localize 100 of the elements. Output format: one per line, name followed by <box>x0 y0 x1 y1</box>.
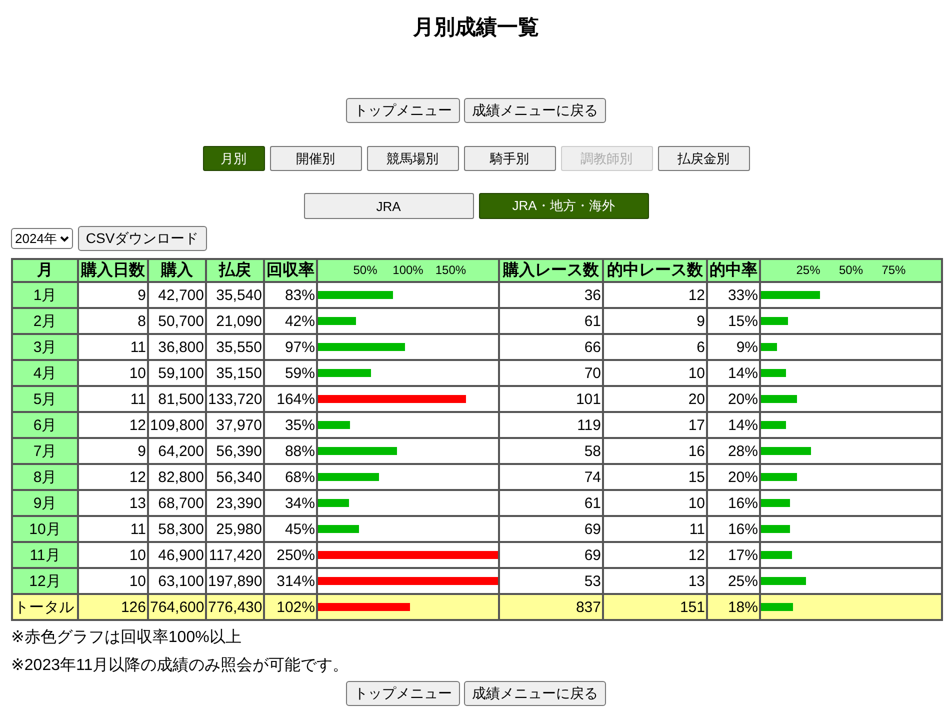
table-cell: 12 <box>78 412 148 438</box>
table-cell: 69 <box>499 542 603 568</box>
table-cell: 133,720 <box>206 386 264 412</box>
month-cell: トータル <box>12 594 78 620</box>
tab[interactable]: 月別 <box>202 146 264 171</box>
month-cell: 11月 <box>12 542 78 568</box>
table-cell: 764,600 <box>148 594 206 620</box>
table-cell: 64,200 <box>148 438 206 464</box>
month-cell: 3月 <box>12 334 78 360</box>
table-cell: 10 <box>78 360 148 386</box>
table-cell: 9 <box>78 438 148 464</box>
table-cell: 35,150 <box>206 360 264 386</box>
table-cell: 23,390 <box>206 490 264 516</box>
tab[interactable]: 払戻金別 <box>658 146 750 171</box>
table-cell: 14% <box>707 360 760 386</box>
table-cell: 81,500 <box>148 386 206 412</box>
table-cell: 10 <box>603 360 707 386</box>
table-cell: 13 <box>603 568 707 594</box>
table-cell: 11 <box>78 386 148 412</box>
table-cell: 56,390 <box>206 438 264 464</box>
table-cell: 12 <box>78 464 148 490</box>
tab[interactable]: JRA <box>304 193 474 219</box>
month-cell: 10月 <box>12 516 78 542</box>
table-cell: 11 <box>603 516 707 542</box>
table-cell: 28% <box>707 438 760 464</box>
table-cell: 126 <box>78 594 148 620</box>
table-cell: 11 <box>78 334 148 360</box>
table-cell: 61 <box>499 490 603 516</box>
table-cell: 83% <box>264 282 317 308</box>
table-cell: 109,800 <box>148 412 206 438</box>
table-cell: 69 <box>499 516 603 542</box>
table-cell: 68,700 <box>148 490 206 516</box>
column-header: 購入 <box>148 259 206 282</box>
table-cell: 61 <box>499 308 603 334</box>
column-header: 月 <box>12 259 78 282</box>
table-cell: 15 <box>603 464 707 490</box>
csv-download-button[interactable]: CSVダウンロード <box>78 226 207 251</box>
table-cell: 63,100 <box>148 568 206 594</box>
tab[interactable]: 開催別 <box>270 146 362 171</box>
table-cell: 13 <box>78 490 148 516</box>
table-cell: 88% <box>264 438 317 464</box>
table-cell: 42% <box>264 308 317 334</box>
column-header: 的中率 <box>707 259 760 282</box>
column-header: 的中レース数 <box>603 259 707 282</box>
axis-tick: 75% <box>882 262 906 276</box>
table-cell: 68% <box>264 464 317 490</box>
note-text: ※2023年11月以降の成績のみ照会が可能です。 <box>11 656 350 676</box>
table-cell: 53 <box>499 568 603 594</box>
table-cell: 58 <box>499 438 603 464</box>
table-cell: 82,800 <box>148 464 206 490</box>
table-cell: 18% <box>707 594 760 620</box>
table-cell: 97% <box>264 334 317 360</box>
table-cell: 314% <box>264 568 317 594</box>
table-cell: 117,420 <box>206 542 264 568</box>
column-header: 購入レース数 <box>499 259 603 282</box>
table-cell: 70 <box>499 360 603 386</box>
table-cell: 15% <box>707 308 760 334</box>
month-cell: 6月 <box>12 412 78 438</box>
table-cell: 66 <box>499 334 603 360</box>
table-cell: 46,900 <box>148 542 206 568</box>
tab[interactable]: 競馬場別 <box>366 146 458 171</box>
table-cell: 35,540 <box>206 282 264 308</box>
table-cell: 42,700 <box>148 282 206 308</box>
table-cell: 9 <box>603 308 707 334</box>
table-cell: 10 <box>603 490 707 516</box>
table-cell: 37,970 <box>206 412 264 438</box>
table-cell: 45% <box>264 516 317 542</box>
menu-button[interactable]: 成績メニューに戻る <box>464 98 606 123</box>
tab[interactable]: 騎手別 <box>464 146 556 171</box>
month-cell: 9月 <box>12 490 78 516</box>
table-cell: 20% <box>707 464 760 490</box>
axis-tick: 150% <box>435 262 466 276</box>
table-cell: 776,430 <box>206 594 264 620</box>
column-header: 回収率 <box>264 259 317 282</box>
table-cell: 9% <box>707 334 760 360</box>
table-cell: 33% <box>707 282 760 308</box>
table-cell: 12 <box>603 282 707 308</box>
month-cell: 1月 <box>12 282 78 308</box>
table-cell: 21,090 <box>206 308 264 334</box>
month-cell: 5月 <box>12 386 78 412</box>
table-cell: 101 <box>499 386 603 412</box>
table-cell: 12 <box>603 542 707 568</box>
menu-button[interactable]: トップメニュー <box>346 681 460 706</box>
tab[interactable]: JRA・地方・海外 <box>478 193 648 219</box>
table-cell: 35,550 <box>206 334 264 360</box>
note-text: ※赤色グラフは回収率100%以上 <box>11 628 242 648</box>
page-title: 月別成績一覧 <box>412 15 540 41</box>
year-select[interactable]: 2024年 <box>11 228 73 249</box>
column-header: 払戻 <box>206 259 264 282</box>
column-header: 購入日数 <box>78 259 148 282</box>
table-cell: 9 <box>78 282 148 308</box>
month-cell: 4月 <box>12 360 78 386</box>
table-cell: 74 <box>499 464 603 490</box>
table-cell: 102% <box>264 594 317 620</box>
table-cell: 8 <box>78 308 148 334</box>
month-cell: 12月 <box>12 568 78 594</box>
menu-button[interactable]: トップメニュー <box>346 98 460 123</box>
chevron-icon <box>60 236 69 242</box>
menu-button[interactable]: 成績メニューに戻る <box>464 681 606 706</box>
table-cell: 197,890 <box>206 568 264 594</box>
